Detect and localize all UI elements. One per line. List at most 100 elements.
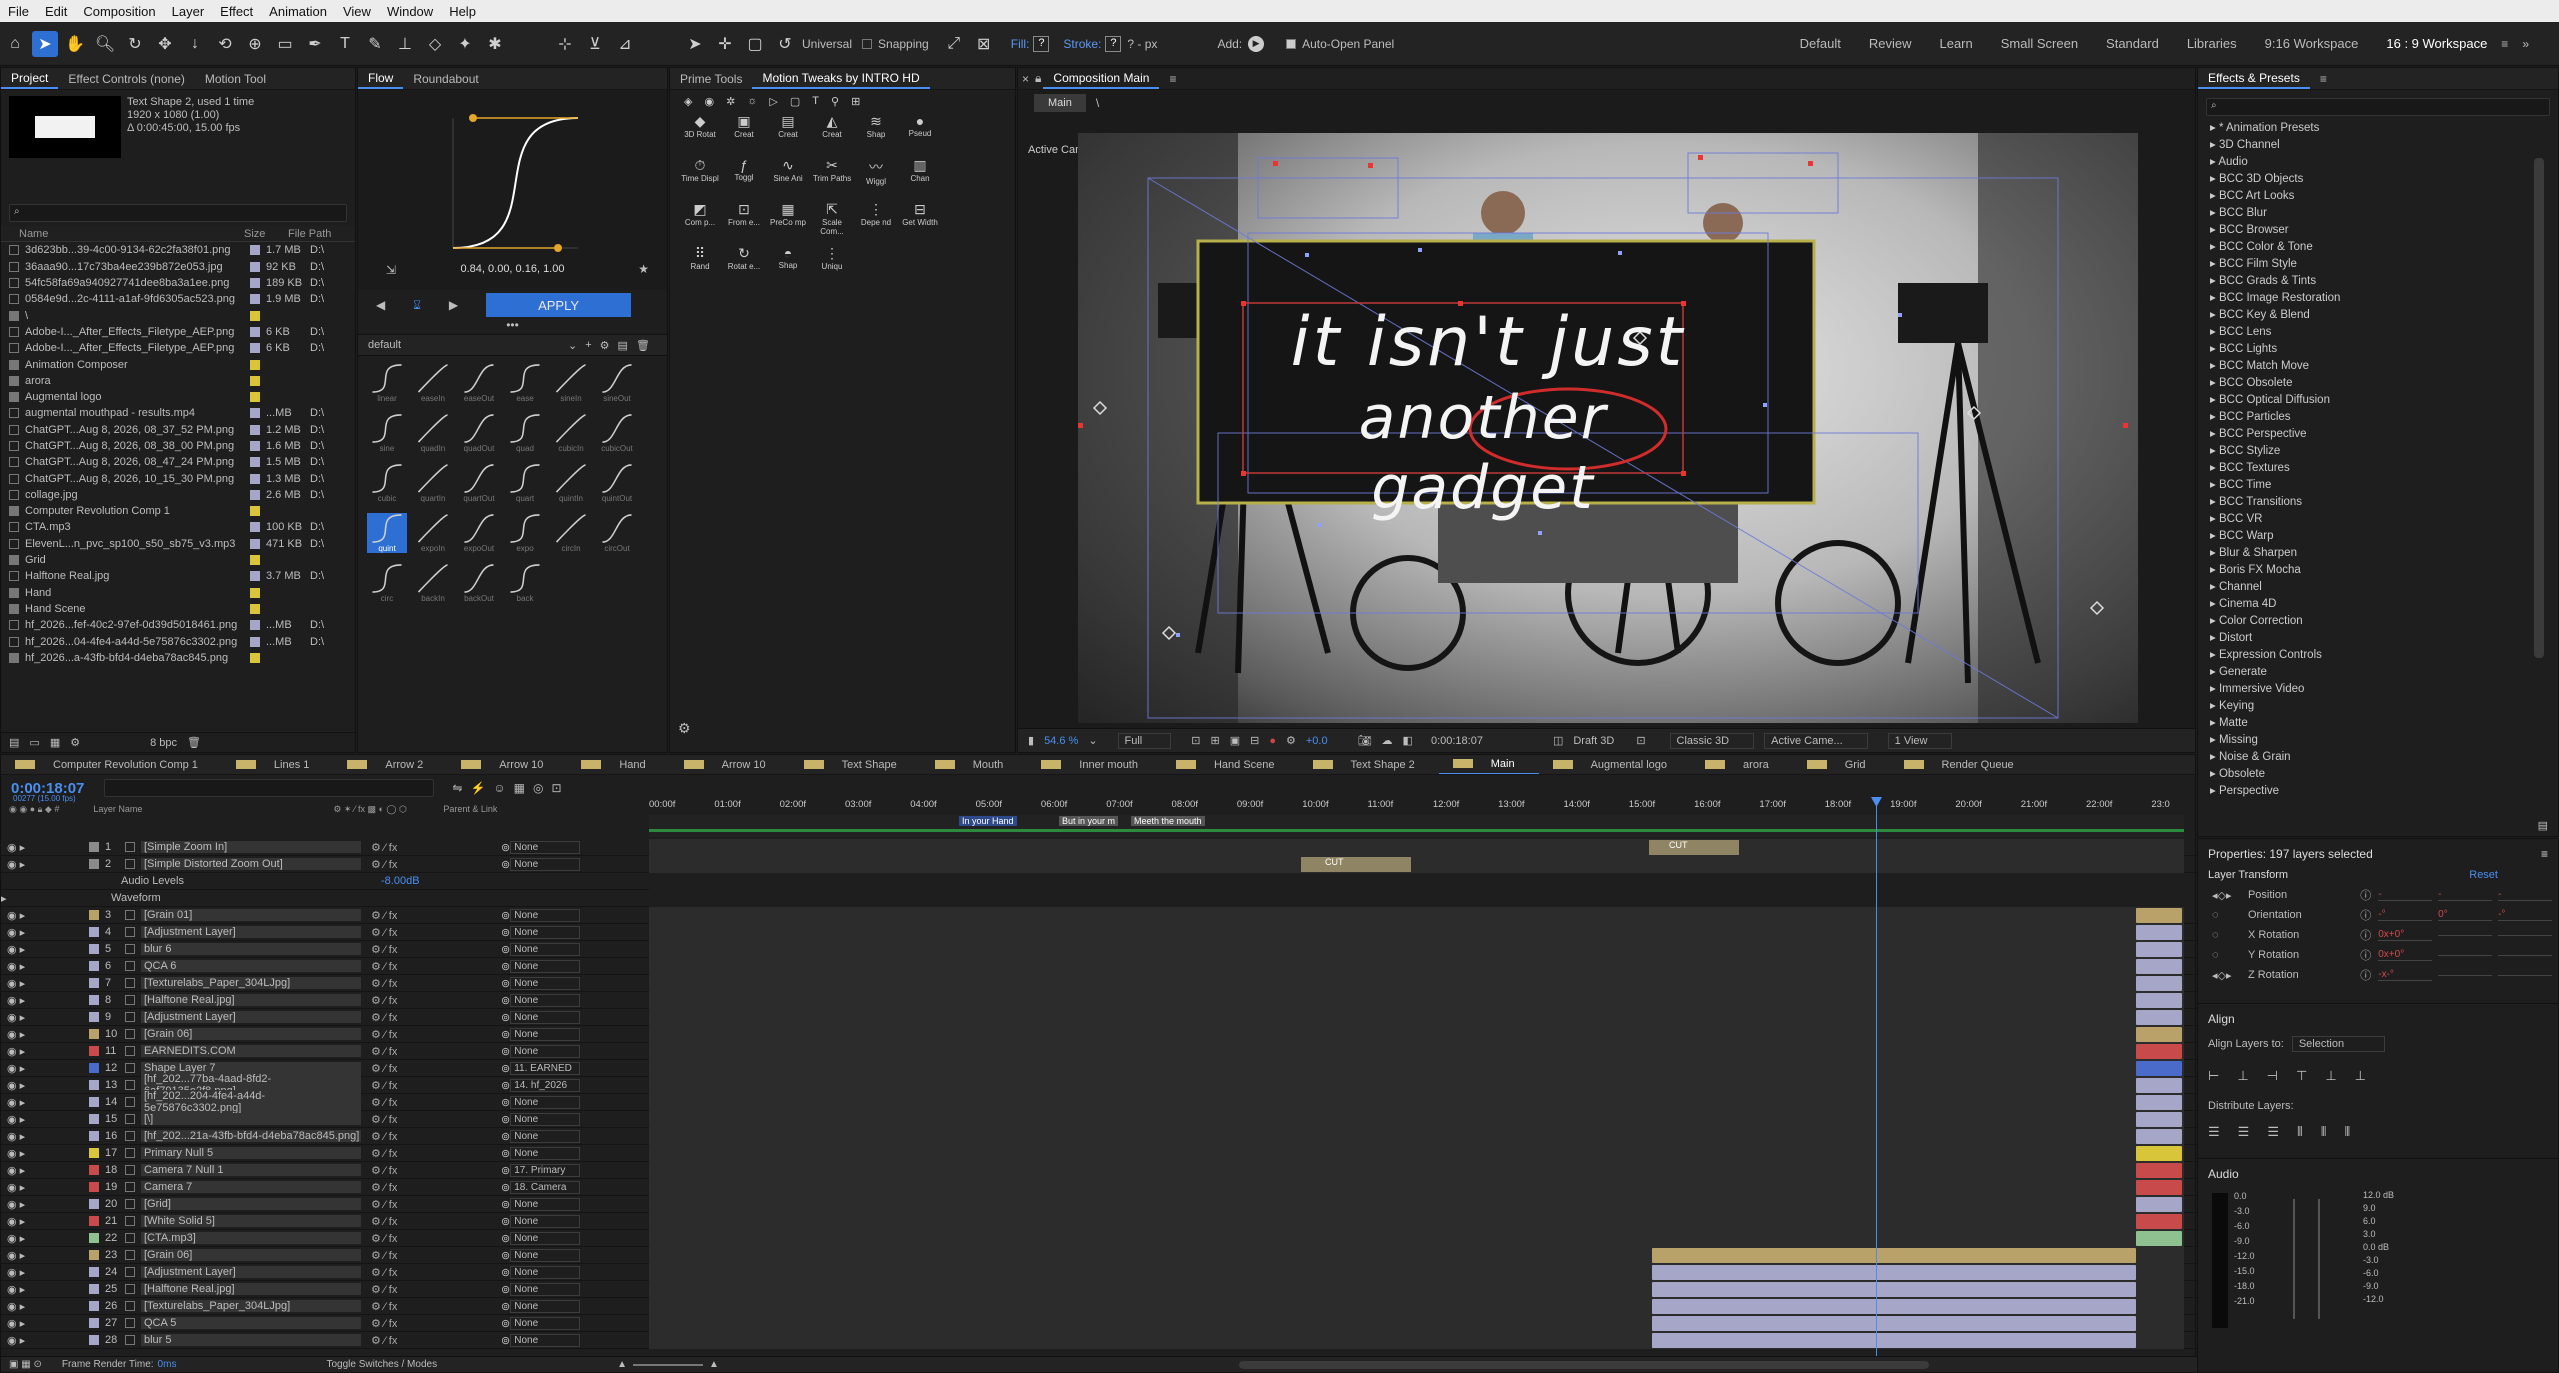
- prime-tool-button[interactable]: ƒ Toggl: [723, 157, 765, 199]
- label-color[interactable]: [250, 538, 260, 549]
- layer-name[interactable]: [\]: [141, 1113, 361, 1125]
- pickwhip-icon[interactable]: ⊚: [501, 1045, 510, 1058]
- parent-select[interactable]: None: [510, 908, 581, 922]
- prime-tool-button[interactable]: ● Pseud: [899, 113, 941, 155]
- headline-line-1[interactable]: it isn't just: [1258, 303, 1718, 382]
- type-tool-icon[interactable]: T: [332, 31, 358, 57]
- comp-current-time[interactable]: 0:00:18:07: [1431, 735, 1483, 747]
- favorite-icon[interactable]: ★: [638, 262, 649, 276]
- layer-bar[interactable]: [2136, 908, 2182, 923]
- effect-category[interactable]: ▸ 3D Channel: [2204, 137, 2558, 154]
- prime-tool-button[interactable]: 〰 Wiggl: [855, 157, 897, 199]
- pickwhip-icon[interactable]: ⊚: [501, 1249, 510, 1262]
- curve-preset[interactable]: expo: [505, 513, 545, 553]
- tab-effect-controls[interactable]: Effect Controls (none): [58, 72, 195, 86]
- layer-transform-label[interactable]: Layer Transform: [2208, 869, 2469, 881]
- parent-select[interactable]: None: [510, 1231, 581, 1245]
- layer-switches-icon[interactable]: ⚙ ⁄ fx: [361, 1232, 501, 1245]
- expand-icon[interactable]: ▸: [2210, 479, 2219, 491]
- layer-name[interactable]: [Adjustment Layer]: [141, 1011, 361, 1023]
- rotate-tool-icon[interactable]: ⟲: [212, 31, 238, 57]
- transform-value[interactable]: -: [2498, 889, 2552, 901]
- label-color[interactable]: [250, 506, 260, 517]
- prime-play-icon[interactable]: ▷: [769, 95, 777, 108]
- layer-label-color[interactable]: [89, 1318, 99, 1328]
- effect-category[interactable]: ▸ Generate: [2204, 664, 2558, 681]
- prime-3d-icon[interactable]: ◉: [704, 95, 714, 108]
- label-color[interactable]: [250, 522, 260, 533]
- expand-icon[interactable]: ▸: [2210, 224, 2219, 236]
- transform-value[interactable]: [2498, 954, 2552, 956]
- visibility-icon[interactable]: ◉ ▸: [1, 1300, 89, 1313]
- apply-button[interactable]: APPLY: [486, 293, 632, 317]
- layer-name[interactable]: [Halftone Real.jpg]: [141, 994, 361, 1006]
- layer-track[interactable]: [649, 1043, 2184, 1060]
- project-item[interactable]: Adobe-I..._After_Effects_Filetype_AEP.pn…: [1, 324, 355, 340]
- layer-switches-icon[interactable]: ⚙ ⁄ fx: [361, 960, 501, 973]
- layer-label-color[interactable]: [89, 1301, 99, 1311]
- zoom-level[interactable]: 54.6 %: [1044, 735, 1078, 747]
- layer-label-color[interactable]: [89, 1233, 99, 1243]
- menu-view[interactable]: View: [335, 4, 379, 19]
- effect-category[interactable]: ▸ BCC Time: [2204, 477, 2558, 494]
- time-ruler[interactable]: 00:00f 01:00f 02:00f 03:00f 04:00f 05:00f 06:0…: [649, 797, 2184, 815]
- dolly-tool-icon[interactable]: ↓: [182, 31, 208, 57]
- layer-track[interactable]: [649, 1264, 2184, 1281]
- expand-icon[interactable]: ▸: [2210, 734, 2219, 746]
- effect-category[interactable]: ▸ BCC Blur: [2204, 205, 2558, 222]
- layer-row[interactable]: ◉ ▸ 22 [CTA.mp3] ⚙ ⁄ fx ⊚ None: [1, 1230, 2197, 1247]
- next-curve-icon[interactable]: ▶: [449, 298, 458, 312]
- layer-label-color[interactable]: [89, 1114, 99, 1124]
- expand-icon[interactable]: ▸: [2210, 275, 2219, 287]
- marker-in-your-hand[interactable]: In your Hand: [959, 816, 1017, 826]
- layer-row[interactable]: ◉ ▸ 27 QCA 5 ⚙ ⁄ fx ⊚ None: [1, 1315, 2197, 1332]
- prime-tool-button[interactable]: ✂ Trim Paths: [811, 157, 853, 199]
- layer-bar[interactable]: [2136, 1180, 2182, 1195]
- layer-track[interactable]: [649, 924, 2184, 941]
- prime-pin-icon[interactable]: ⚲: [831, 95, 839, 108]
- visibility-icon[interactable]: ◉ ▸: [1, 960, 89, 973]
- menu-file[interactable]: File: [0, 4, 37, 19]
- layer-name[interactable]: [Grain 01]: [141, 909, 361, 921]
- parent-select[interactable]: None: [510, 1299, 581, 1313]
- menu-composition[interactable]: Composition: [75, 4, 163, 19]
- effect-category[interactable]: ▸ BCC Browser: [2204, 222, 2558, 239]
- expand-icon[interactable]: ▸: [2210, 768, 2219, 780]
- stroke-label[interactable]: Stroke:: [1063, 37, 1101, 51]
- layer-row[interactable]: ◉ ▸ 3 [Grain 01] ⚙ ⁄ fx ⊚ None: [1, 907, 2197, 924]
- layer-switches-icon[interactable]: ⚙ ⁄ fx: [361, 977, 501, 990]
- stopwatch-icon[interactable]: ◌: [2212, 909, 2248, 921]
- info-icon[interactable]: ⓘ: [2360, 887, 2378, 903]
- waveform-row[interactable]: ▸ Waveform: [1, 890, 649, 907]
- prime-tool-button[interactable]: ◓ Shap: [767, 245, 809, 287]
- roto-tool-icon[interactable]: ✦: [452, 31, 478, 57]
- effect-category[interactable]: ▸ BCC Match Move: [2204, 358, 2558, 375]
- parent-select[interactable]: None: [510, 1129, 581, 1143]
- layer-label-color[interactable]: [89, 1148, 99, 1158]
- curve-preset[interactable]: backOut: [459, 563, 499, 603]
- layer-label-color[interactable]: [89, 1199, 99, 1209]
- home-icon[interactable]: ⌂: [2, 31, 28, 57]
- prime-tool-button[interactable]: ▥ Chan: [899, 157, 941, 199]
- layer-track[interactable]: [649, 1281, 2184, 1298]
- parent-select[interactable]: None: [510, 1095, 581, 1109]
- prime-tool-button[interactable]: ⠿ Rand: [679, 245, 721, 287]
- layer-bar[interactable]: [2136, 1078, 2182, 1093]
- curve-preset[interactable]: quint: [367, 513, 407, 553]
- stamp-tool-icon[interactable]: ⊥: [392, 31, 418, 57]
- parent-select[interactable]: 18. Camera: [510, 1180, 581, 1194]
- zoom-tool-icon[interactable]: 🔍︎: [92, 31, 118, 57]
- layer-switches-icon[interactable]: ⚙ ⁄ fx: [361, 909, 501, 922]
- effect-category[interactable]: ▸ BCC Art Looks: [2204, 188, 2558, 205]
- layer-switches-icon[interactable]: ⚙ ⁄ fx: [361, 1198, 501, 1211]
- tl-frame-blend-icon[interactable]: ▦: [514, 781, 525, 795]
- pen-tool-icon[interactable]: ✒: [302, 31, 328, 57]
- marker-but-in-your[interactable]: But in your m: [1059, 816, 1119, 826]
- layer-name[interactable]: [Adjustment Layer]: [141, 1266, 361, 1278]
- prime-grid-icon[interactable]: ⊞: [851, 95, 860, 108]
- transform-row[interactable]: ◌ Y Rotation ⓘ 0x+0°: [2198, 945, 2558, 965]
- layer-bar[interactable]: [2136, 1163, 2182, 1178]
- curve-preset[interactable]: quartOut: [459, 463, 499, 503]
- preset-add-icon[interactable]: +: [585, 339, 591, 351]
- effect-category[interactable]: ▸ BCC Stylize: [2204, 443, 2558, 460]
